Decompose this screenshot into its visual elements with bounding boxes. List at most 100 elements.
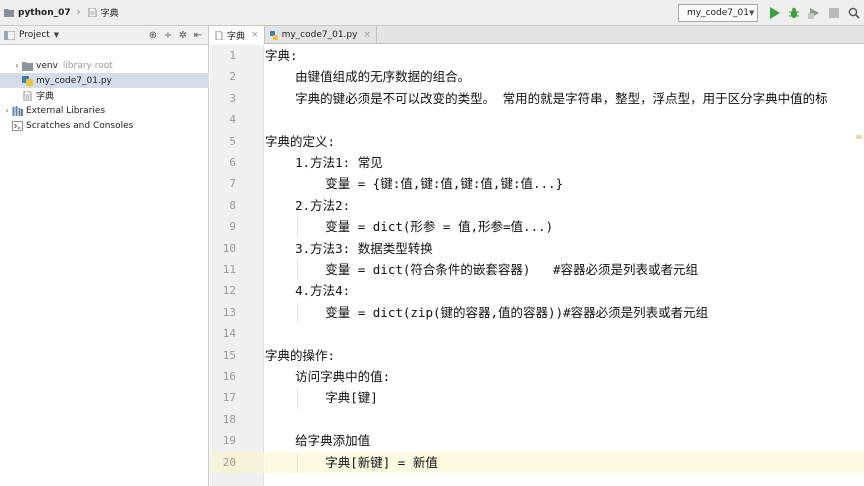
editor-tab-bar: 字典 × my_code7_01.py × — [210, 26, 864, 44]
code-line[interactable]: 2.方法2: — [265, 195, 864, 216]
code-line[interactable]: 变量 = dict(形参 = 值,形参=值...) — [265, 216, 864, 237]
project-view-selector[interactable]: Project — [19, 30, 50, 40]
coverage-icon — [808, 7, 819, 19]
line-number[interactable]: 13 — [210, 302, 236, 323]
code-line[interactable] — [265, 409, 864, 430]
run-icon — [769, 6, 780, 19]
locate-file-icon[interactable]: ⊕ — [147, 29, 159, 41]
tree-item-dict-file[interactable]: 字典 — [0, 88, 209, 103]
code-line[interactable] — [265, 323, 864, 344]
tab-label: my_code7_01.py — [281, 30, 358, 40]
line-number[interactable]: 18 — [210, 409, 236, 430]
line-number[interactable]: 17 — [210, 387, 236, 408]
code-line[interactable]: 访问字典中的值: — [265, 366, 864, 387]
tree-item-my-code7-01[interactable]: my_code7_01.py — [0, 73, 209, 88]
close-icon[interactable]: × — [251, 30, 259, 40]
code-editor[interactable]: 字典: 由键值组成的无序数据的组合。 字典的键必须是不可以改变的类型。 常用的就… — [265, 45, 864, 486]
tab-dict[interactable]: 字典 × — [210, 26, 265, 44]
line-number[interactable]: 6 — [210, 152, 236, 173]
tree-item-scratches[interactable]: Scratches and Consoles — [0, 118, 209, 133]
navigation-bar: python_07 › 字典 my_code7_01 ▼ — [0, 0, 864, 26]
line-number[interactable]: 9 — [210, 216, 236, 237]
tree-item-hint: library root — [62, 60, 113, 71]
code-line[interactable]: 3.方法3: 数据类型转换 — [265, 238, 864, 259]
close-icon[interactable]: × — [363, 30, 371, 40]
line-number[interactable]: 1 — [210, 45, 236, 66]
code-line[interactable]: 给字典添加值 — [265, 430, 864, 451]
breadcrumb-label: 字典 — [100, 9, 119, 19]
hide-panel-icon[interactable]: ⇤ — [192, 29, 204, 41]
tree-item-label: venv — [36, 60, 58, 71]
tree-item-external-libraries[interactable]: › External Libraries — [0, 103, 209, 118]
breadcrumb-project[interactable]: python_07 — [0, 0, 75, 25]
tree-item-label: my_code7_01.py — [36, 75, 112, 86]
text-file-icon — [23, 90, 32, 101]
line-number[interactable]: 15 — [210, 345, 236, 366]
run-button[interactable] — [765, 4, 783, 22]
line-number[interactable]: 12 — [210, 280, 236, 301]
code-line[interactable]: 字典[新键] = 新值 — [265, 452, 864, 473]
text-file-icon — [88, 8, 97, 17]
chevron-down-icon[interactable]: ▼ — [54, 31, 59, 39]
python-file-icon — [22, 75, 33, 86]
tab-my-code7-01[interactable]: my_code7_01.py × — [265, 26, 377, 44]
line-number[interactable]: 4 — [210, 109, 236, 130]
code-line[interactable]: 字典的操作: — [265, 345, 864, 366]
code-line[interactable]: 变量 = dict(符合条件的嵌套容器) #容器必须是列表或者元组 — [265, 259, 864, 280]
chevron-right-icon[interactable]: › — [2, 106, 12, 115]
code-line[interactable]: 字典[键] — [265, 387, 864, 408]
code-line[interactable] — [265, 109, 864, 130]
line-number[interactable]: 5 — [210, 131, 236, 152]
tab-label: 字典 — [227, 31, 246, 42]
folder-icon — [4, 9, 14, 17]
stop-icon — [829, 7, 839, 18]
breadcrumb-label: python_07 — [18, 7, 71, 18]
project-tool-window: Project ▼ ⊕ ÷ ✲ ⇤ › venv library root my… — [0, 26, 209, 486]
editor-gutter[interactable]: 1 2 3 4 5 6 7 8 9 10 11 12 13 14 15 16 17 18 19 20 — [210, 45, 264, 486]
line-number[interactable]: 14 — [210, 323, 236, 344]
library-icon — [12, 105, 23, 116]
code-line[interactable]: 4.方法4: — [265, 280, 864, 301]
tree-item-label: 字典 — [36, 92, 55, 102]
run-configuration-select[interactable]: my_code7_01 ▼ — [678, 3, 758, 22]
chevron-right-icon[interactable]: › — [12, 61, 22, 70]
project-view-icon — [4, 30, 15, 40]
line-number[interactable]: 11 — [210, 259, 236, 280]
code-line[interactable]: 字典的键必须是不可以改变的类型。 常用的就是字符串，整型，浮点型，用于区分字典中… — [265, 88, 864, 109]
line-number[interactable]: 10 — [210, 238, 236, 259]
collapse-all-icon[interactable]: ÷ — [162, 29, 174, 41]
python-file-icon — [269, 30, 278, 40]
run-with-coverage-button[interactable] — [805, 4, 823, 22]
gear-icon[interactable]: ✲ — [177, 29, 189, 41]
debug-icon — [789, 7, 799, 18]
code-line[interactable]: 字典: — [265, 45, 864, 66]
run-config-label: my_code7_01 — [687, 7, 749, 18]
folder-icon — [22, 61, 33, 71]
line-number[interactable]: 20 — [210, 452, 236, 473]
breadcrumb-file[interactable]: 字典 — [83, 0, 123, 25]
code-line[interactable]: 1.方法1: 常见 — [265, 152, 864, 173]
line-number[interactable]: 3 — [210, 88, 236, 109]
breadcrumb-separator: › — [76, 7, 81, 18]
line-number[interactable]: 8 — [210, 195, 236, 216]
code-line[interactable]: 变量 = dict(zip(键的容器,值的容器))#容器必须是列表或者元组 — [265, 302, 864, 323]
tree-item-label: External Libraries — [26, 105, 106, 116]
tree-item-venv[interactable]: › venv library root — [0, 58, 209, 73]
tree-item-label: Scratches and Consoles — [26, 120, 134, 131]
line-number[interactable]: 7 — [210, 173, 236, 194]
code-line[interactable]: 字典的定义: — [265, 131, 864, 152]
scratches-icon — [12, 120, 23, 131]
search-everywhere-button[interactable] — [845, 4, 863, 22]
line-number[interactable]: 16 — [210, 366, 236, 387]
debug-button[interactable] — [785, 4, 803, 22]
project-tree: › venv library root my_code7_01.py 字典 › … — [0, 58, 209, 133]
chevron-down-icon: ▼ — [748, 8, 755, 17]
line-number[interactable]: 19 — [210, 430, 236, 451]
line-number[interactable]: 2 — [210, 66, 236, 87]
text-file-icon — [215, 30, 223, 40]
search-icon — [848, 7, 860, 19]
code-line[interactable]: 由键值组成的无序数据的组合。 — [265, 66, 864, 87]
project-pane-header: Project ▼ ⊕ ÷ ✲ ⇤ — [0, 26, 208, 45]
stop-button[interactable] — [825, 4, 843, 22]
code-line[interactable]: 变量 = {键:值,键:值,键:值,键:值...} — [265, 173, 864, 194]
